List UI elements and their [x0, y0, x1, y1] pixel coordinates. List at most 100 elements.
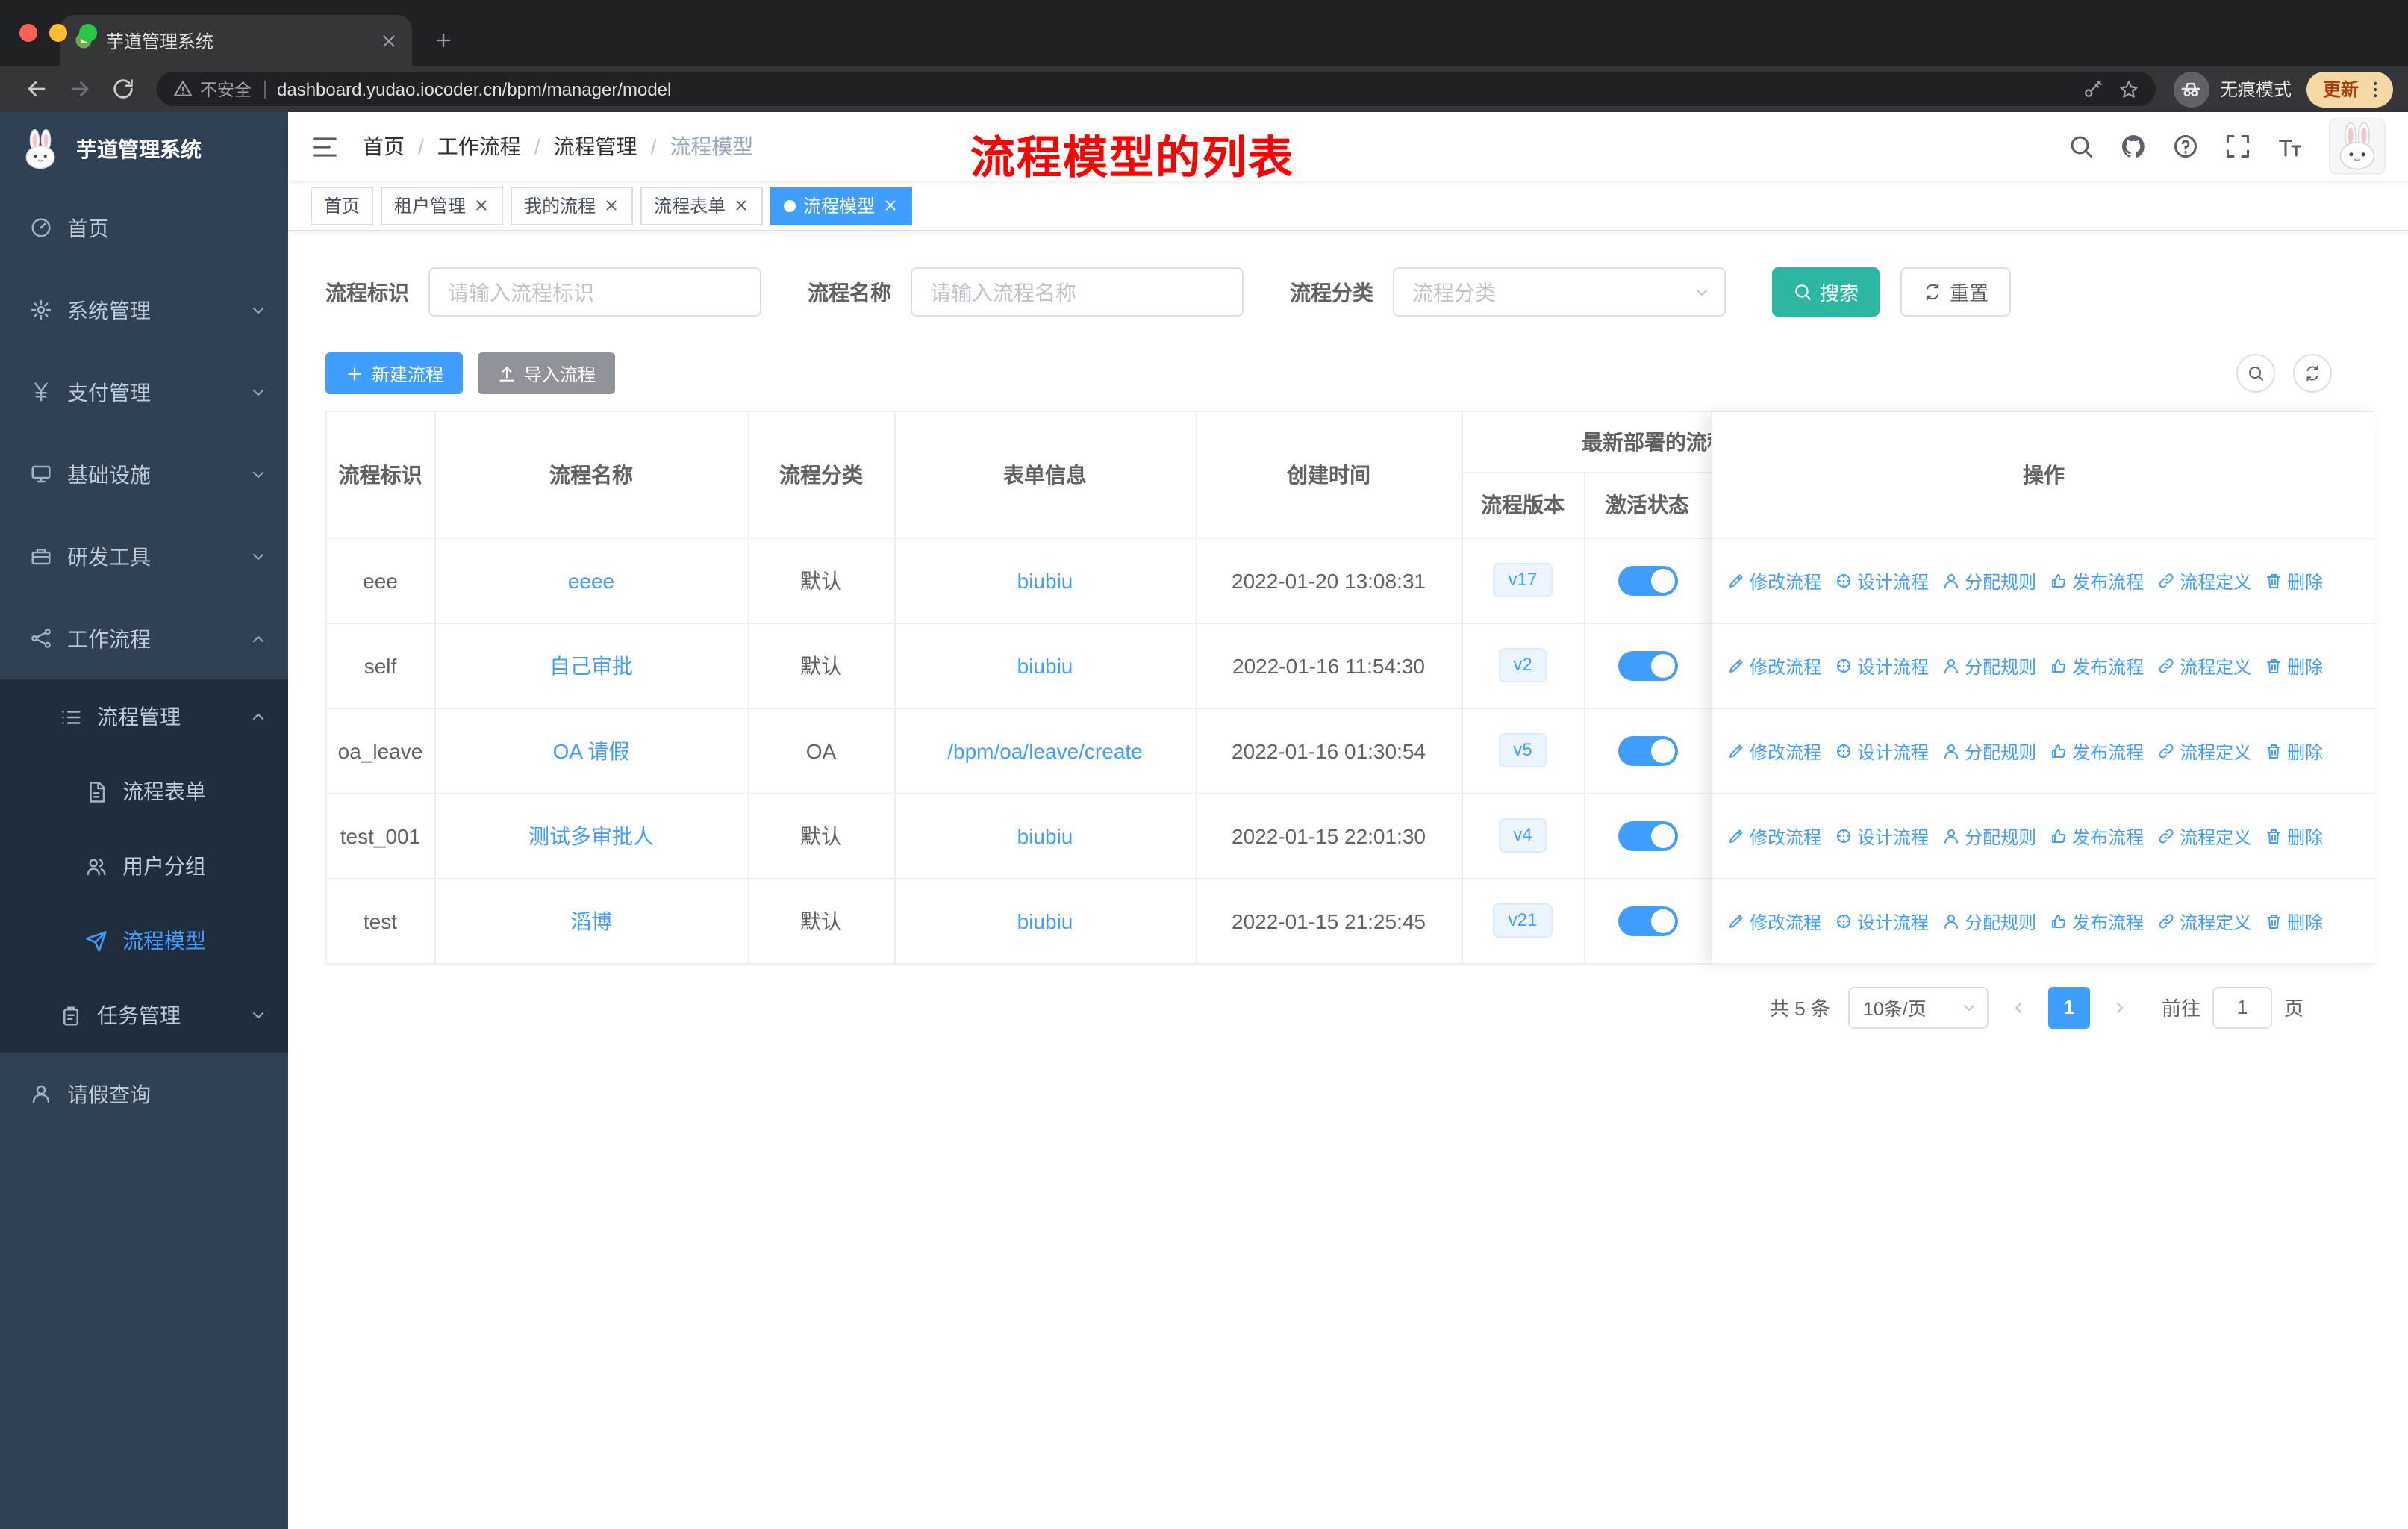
- action-publish-link[interactable]: 发布流程: [2050, 909, 2144, 934]
- fullscreen-icon[interactable]: [2224, 133, 2251, 160]
- sidebar-item-infra[interactable]: 基础设施: [0, 433, 288, 515]
- view-tag[interactable]: 我的流程: [511, 186, 634, 225]
- active-toggle[interactable]: [1618, 820, 1677, 850]
- url-bar[interactable]: 不安全 dashboard.yudao.iocoder.cn/bpm/manag…: [157, 72, 2156, 106]
- action-publish-link[interactable]: 发布流程: [2050, 568, 2144, 594]
- page-size-select[interactable]: 10条/页: [1847, 986, 1989, 1028]
- window-close-button[interactable]: [19, 24, 37, 42]
- action-edit-link[interactable]: 修改流程: [1727, 738, 1821, 764]
- action-define-link[interactable]: 流程定义: [2157, 653, 2251, 679]
- sidebar-item-devtools[interactable]: 研发工具: [0, 515, 288, 597]
- new-tab-button[interactable]: [433, 30, 454, 51]
- view-tag[interactable]: 流程模型: [770, 186, 913, 225]
- sidebar-item-workflow[interactable]: 工作流程: [0, 597, 288, 679]
- forward-button[interactable]: [67, 76, 93, 102]
- reset-button[interactable]: 重置: [1900, 267, 2012, 317]
- action-assign-link[interactable]: 分配规则: [1942, 823, 2036, 849]
- docs-question-icon[interactable]: [2172, 133, 2199, 160]
- update-button[interactable]: 更新: [2306, 71, 2393, 107]
- active-toggle[interactable]: [1618, 650, 1677, 680]
- action-define-link[interactable]: 流程定义: [2157, 909, 2251, 934]
- form-link[interactable]: biubiu: [1017, 909, 1073, 932]
- version-badge[interactable]: v21: [1493, 903, 1553, 938]
- prev-page-button[interactable]: [2000, 986, 2036, 1028]
- security-warning-icon[interactable]: [173, 79, 193, 99]
- next-page-button[interactable]: [2102, 986, 2138, 1028]
- toggle-search-button[interactable]: [2236, 354, 2275, 393]
- action-define-link[interactable]: 流程定义: [2157, 738, 2251, 764]
- action-edit-link[interactable]: 修改流程: [1727, 909, 1821, 934]
- active-toggle[interactable]: [1618, 565, 1677, 595]
- action-delete-link[interactable]: 删除: [2265, 909, 2323, 934]
- action-design-link[interactable]: 设计流程: [1835, 653, 1929, 679]
- form-link[interactable]: /bpm/oa/leave/create: [947, 738, 1143, 762]
- window-zoom-button[interactable]: [79, 24, 97, 42]
- sidebar-logo[interactable]: 芋道管理系统: [0, 112, 288, 187]
- sidebar-item-system[interactable]: 系统管理: [0, 269, 288, 351]
- process-name-link[interactable]: 自己审批: [549, 653, 633, 677]
- sidebar-item-process-form[interactable]: 流程表单: [0, 754, 288, 829]
- action-delete-link[interactable]: 删除: [2265, 568, 2323, 594]
- process-name-link[interactable]: OA 请假: [553, 738, 630, 762]
- view-tag[interactable]: 租户管理: [381, 186, 504, 225]
- version-badge[interactable]: v4: [1498, 818, 1547, 853]
- action-assign-link[interactable]: 分配规则: [1942, 909, 2036, 934]
- header-search-icon[interactable]: [2068, 133, 2094, 160]
- process-name-link[interactable]: 测试多审批人: [528, 823, 654, 847]
- sidebar-item-process-manage[interactable]: 流程管理: [0, 679, 288, 754]
- process-name-input[interactable]: [911, 267, 1244, 317]
- tag-close-icon[interactable]: [473, 197, 490, 214]
- breadcrumb-item-workflow[interactable]: 工作流程: [437, 131, 554, 161]
- goto-page-input[interactable]: [2212, 986, 2272, 1028]
- process-key-input[interactable]: [428, 267, 761, 317]
- create-process-button[interactable]: 新建流程: [325, 352, 464, 394]
- active-toggle[interactable]: [1618, 735, 1677, 765]
- action-assign-link[interactable]: 分配规则: [1942, 568, 2036, 594]
- tag-close-icon[interactable]: [882, 197, 899, 214]
- tag-close-icon[interactable]: [603, 197, 620, 214]
- import-process-button[interactable]: 导入流程: [478, 352, 616, 394]
- sidebar-item-task-manage[interactable]: 任务管理: [0, 978, 288, 1053]
- breadcrumb-item-home[interactable]: 首页: [363, 131, 437, 161]
- category-select[interactable]: 流程分类: [1393, 267, 1726, 317]
- action-delete-link[interactable]: 删除: [2265, 653, 2323, 679]
- action-assign-link[interactable]: 分配规则: [1942, 653, 2036, 679]
- hamburger-icon[interactable]: [311, 132, 339, 161]
- action-publish-link[interactable]: 发布流程: [2050, 738, 2144, 764]
- action-edit-link[interactable]: 修改流程: [1727, 568, 1821, 594]
- browser-tab[interactable]: 芋道管理系统: [60, 15, 412, 66]
- version-badge[interactable]: v2: [1498, 648, 1547, 682]
- github-icon[interactable]: [2120, 133, 2147, 160]
- browser-menu-icon[interactable]: [2365, 78, 2386, 99]
- sidebar-item-process-model[interactable]: 流程模型: [0, 903, 288, 978]
- action-edit-link[interactable]: 修改流程: [1727, 823, 1821, 849]
- action-define-link[interactable]: 流程定义: [2157, 568, 2251, 594]
- action-publish-link[interactable]: 发布流程: [2050, 823, 2144, 849]
- bookmark-star-icon[interactable]: [2118, 78, 2139, 99]
- process-name-link[interactable]: eeee: [568, 568, 614, 592]
- font-size-icon[interactable]: [2277, 133, 2303, 160]
- version-badge[interactable]: v17: [1493, 563, 1553, 597]
- active-toggle[interactable]: [1618, 906, 1677, 935]
- version-badge[interactable]: v5: [1498, 733, 1547, 767]
- sidebar-item-user-group[interactable]: 用户分组: [0, 829, 288, 903]
- back-button[interactable]: [24, 76, 49, 102]
- page-number-button[interactable]: 1: [2047, 986, 2090, 1028]
- action-design-link[interactable]: 设计流程: [1835, 738, 1929, 764]
- action-design-link[interactable]: 设计流程: [1835, 823, 1929, 849]
- action-define-link[interactable]: 流程定义: [2157, 823, 2251, 849]
- view-tag[interactable]: 首页: [311, 186, 374, 225]
- action-publish-link[interactable]: 发布流程: [2050, 653, 2144, 679]
- action-assign-link[interactable]: 分配规则: [1942, 738, 2036, 764]
- action-design-link[interactable]: 设计流程: [1835, 909, 1929, 934]
- form-link[interactable]: biubiu: [1017, 653, 1073, 677]
- tab-close-icon[interactable]: [379, 31, 399, 50]
- process-name-link[interactable]: 滔博: [570, 909, 612, 932]
- password-key-icon[interactable]: [2083, 78, 2103, 99]
- sidebar-item-payment[interactable]: 支付管理: [0, 351, 288, 433]
- action-edit-link[interactable]: 修改流程: [1727, 653, 1821, 679]
- tag-close-icon[interactable]: [733, 197, 749, 214]
- form-link[interactable]: biubiu: [1017, 823, 1073, 847]
- action-delete-link[interactable]: 删除: [2265, 738, 2323, 764]
- sidebar-item-home[interactable]: 首页: [0, 187, 288, 269]
